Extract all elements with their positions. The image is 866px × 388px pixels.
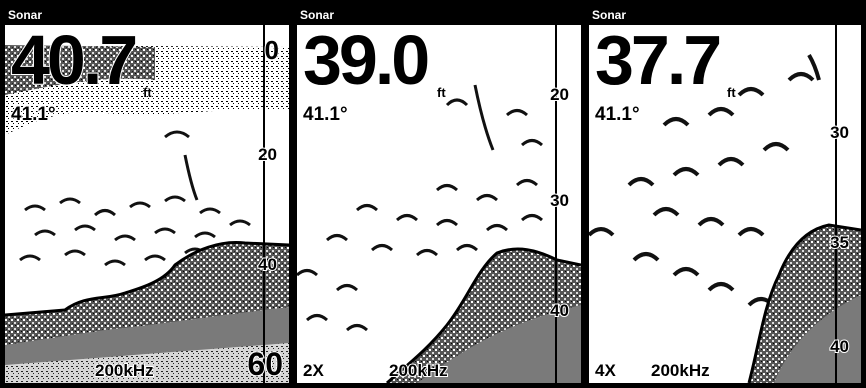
depth-readout: 37.7	[594, 25, 723, 99]
depth-range-bottom: 60	[246, 345, 284, 383]
water-temperature: 41.1°	[302, 103, 349, 126]
depth-scale-mark-20: 20	[549, 84, 570, 105]
frequency-label: 200kHz	[94, 360, 155, 381]
depth-unit: ft	[727, 85, 737, 101]
depth-scale-mark-40: 40	[829, 336, 850, 357]
sonar-panel-3[interactable]: Sonar 37.7 ft 41.1° 30 35 40 4X 200kHz	[586, 4, 864, 386]
depth-unit: ft	[437, 85, 447, 101]
depth-readout: 40.7	[10, 25, 139, 99]
depth-unit: ft	[143, 85, 153, 101]
depth-scale-mark-30: 30	[829, 122, 850, 143]
sonar-panel-2[interactable]: Sonar 39.0 ft 41.1° 20 30 40 2X 200kHz	[294, 4, 584, 386]
water-temperature: 41.1°	[594, 103, 641, 126]
frequency-label: 200kHz	[388, 360, 449, 381]
panel-title: Sonar	[5, 7, 289, 23]
depth-scale-mark-35: 35	[829, 232, 850, 253]
depth-scale-mark-40: 40	[549, 300, 570, 321]
sonar-screen[interactable]: 37.7 ft 41.1° 30 35 40 4X 200kHz	[589, 25, 861, 383]
sonar-screen[interactable]: 39.0 ft 41.1° 20 30 40 2X 200kHz	[297, 25, 581, 383]
frequency-label: 200kHz	[650, 360, 711, 381]
depth-scale-bar	[263, 25, 265, 383]
depth-scale-top: 0	[263, 34, 280, 66]
depth-scale-bar	[835, 25, 837, 383]
zoom-label: 2X	[302, 360, 325, 381]
panel-title: Sonar	[589, 7, 861, 23]
sonar-panel-1[interactable]: Sonar 40.7 ft 41.1° 0 20 40 200kHz 60	[2, 4, 292, 386]
depth-scale-mark-20: 20	[257, 144, 278, 165]
sonar-screen[interactable]: 40.7 ft 41.1° 0 20 40 200kHz 60	[5, 25, 289, 383]
depth-scale-mark-40: 40	[257, 254, 278, 275]
zoom-label: 4X	[594, 360, 617, 381]
depth-scale-mark-30: 30	[549, 190, 570, 211]
panel-title: Sonar	[297, 7, 581, 23]
water-temperature: 41.1°	[10, 103, 57, 126]
depth-readout: 39.0	[302, 25, 431, 99]
